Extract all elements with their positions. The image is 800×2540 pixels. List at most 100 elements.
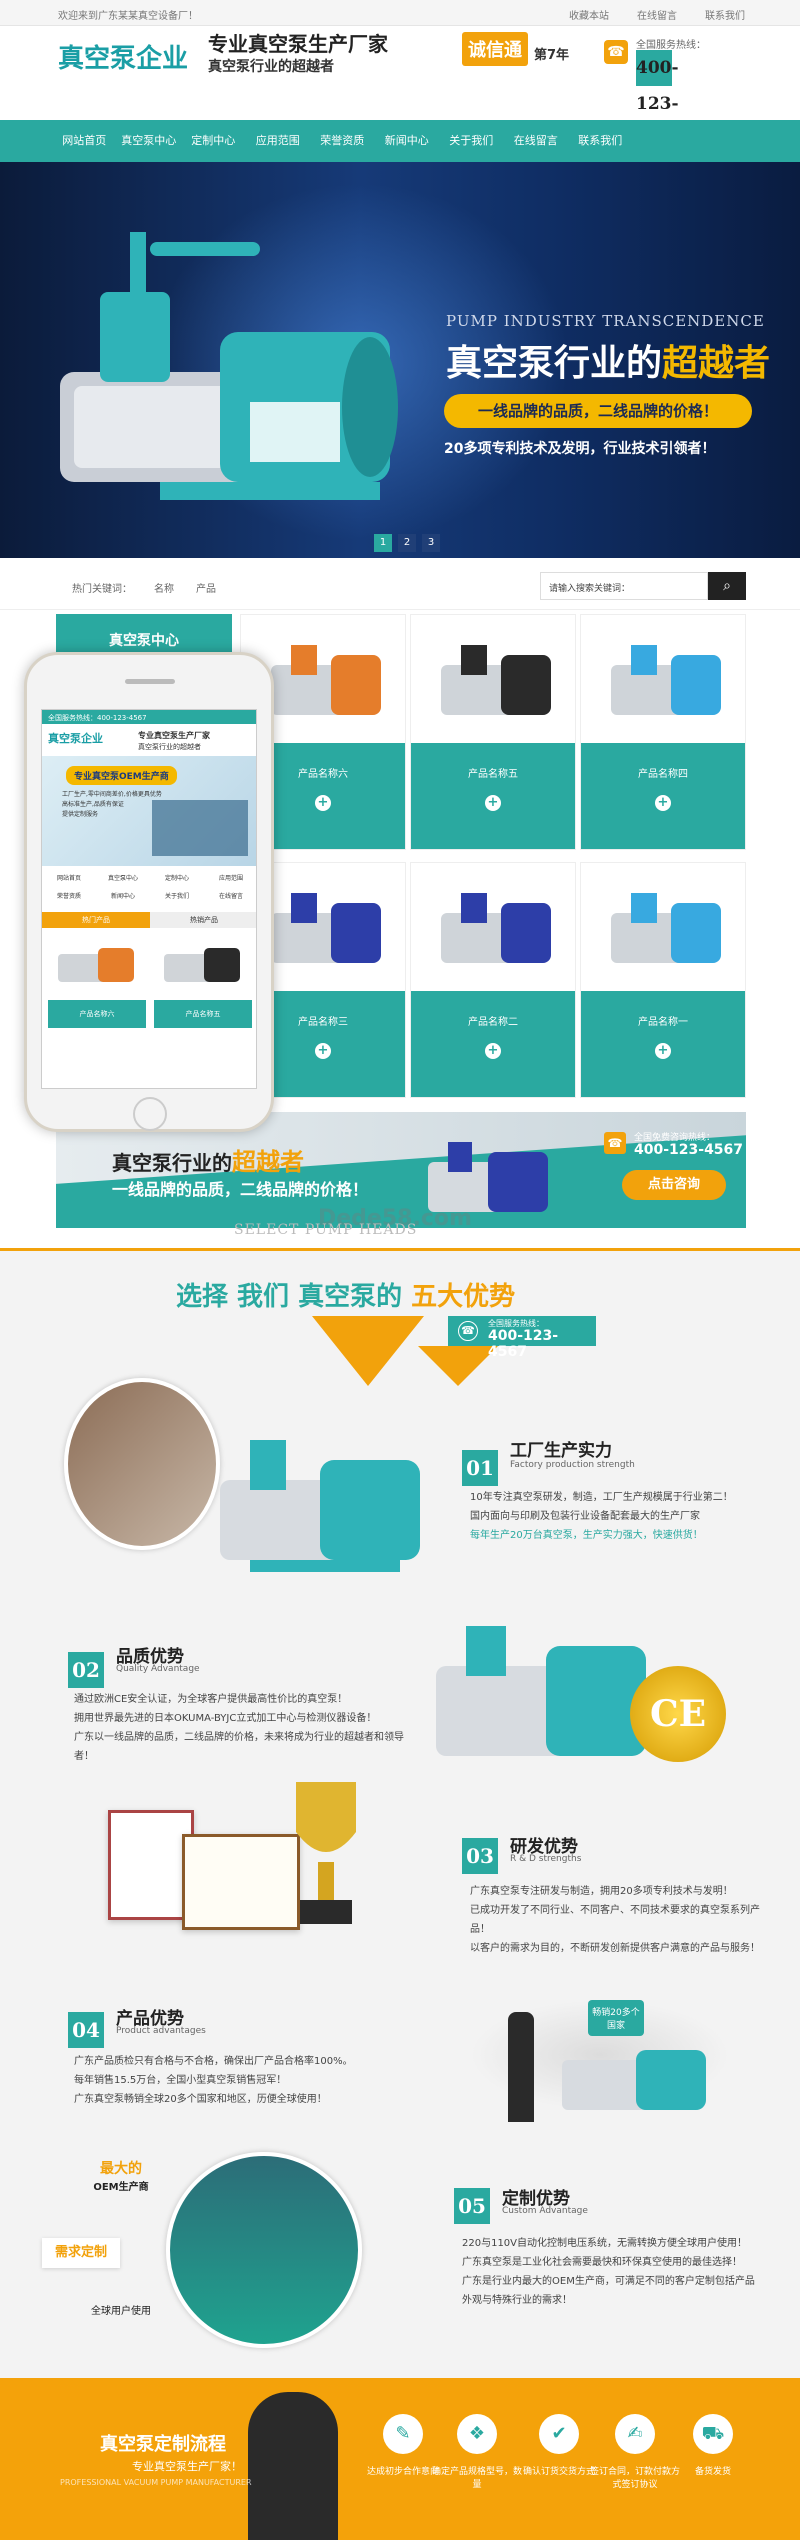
product-name: 产品名称四 xyxy=(638,769,688,780)
advantages-english: SELECT PUMP HEADS xyxy=(234,1222,418,1238)
slogan-main: 专业真空泵生产厂家 xyxy=(208,32,388,56)
advantage-number: 05 xyxy=(454,2188,490,2224)
pump-image xyxy=(436,1626,646,1756)
mobile-menu-item[interactable]: 新闻中心 xyxy=(96,888,150,906)
process-step: ⛟ 备货发货 xyxy=(668,2414,758,2477)
check-icon: ✔ xyxy=(539,2414,579,2454)
mobile-menu-item[interactable]: 网站首页 xyxy=(42,870,96,888)
consult-button[interactable]: 点击咨询 xyxy=(622,1170,726,1200)
mobile-menu: 网站首页 真空泵中心 定制中心 应用范围 荣誉资质 新闻中心 关于我们 在线留言 xyxy=(42,870,256,906)
keywords-label: 热门关键词： xyxy=(72,584,132,595)
advantages-hotline: ☎ 全国服务热线： 400-123-4567 xyxy=(448,1316,596,1360)
mobile-product-name[interactable]: 产品名称六 xyxy=(48,1000,146,1028)
nav-about[interactable]: 关于我们 xyxy=(439,120,504,162)
advantage-number: 02 xyxy=(68,1652,104,1688)
plus-icon[interactable]: + xyxy=(485,795,501,811)
keyword-tag[interactable]: 产品 xyxy=(196,580,216,595)
mobile-menu-item[interactable]: 定制中心 xyxy=(150,870,204,888)
process-sub: 专业真空泵生产厂家！ xyxy=(132,2460,242,2473)
custom-tag: 需求定制 xyxy=(42,2238,120,2268)
badge-years: 第7年 xyxy=(534,48,570,63)
plus-icon[interactable]: + xyxy=(655,1043,671,1059)
site-logo[interactable]: 真空泵企业 xyxy=(58,38,188,75)
integrity-badge: 诚信通 第7年 xyxy=(462,32,582,72)
nav-home[interactable]: 网站首页 xyxy=(52,120,117,162)
hotline-number: 400-123-4567 xyxy=(636,50,683,150)
product-image xyxy=(411,863,575,991)
nav-pumps[interactable]: 真空泵中心 xyxy=(117,120,182,162)
mobile-tab[interactable]: 热门产品 xyxy=(42,912,150,928)
slide-dot-3[interactable]: 3 xyxy=(422,534,440,552)
advantage-list: 10年专注真空泵研发，制造，工厂生产规模属于行业第二！ 国内面向与印刷及包装行业设… xyxy=(470,1492,733,1541)
slide-dot-1[interactable]: 1 xyxy=(374,534,392,552)
advantage-list: 广东真空泵专注研发与制造，拥用20多项专利技术与发明！ 已成功开发了不同行业、不同… xyxy=(470,1886,760,1954)
promo-sub: 一线品牌的品质，二线品牌的价格！ xyxy=(112,1180,369,1199)
mobile-logo: 真空泵企业 xyxy=(48,732,103,745)
link-contact[interactable]: 联系我们 xyxy=(705,7,745,22)
nav-message[interactable]: 在线留言 xyxy=(504,120,569,162)
product-name: 产品名称一 xyxy=(638,1017,688,1028)
factory-photo xyxy=(166,2152,362,2348)
home-button-icon xyxy=(133,1097,167,1131)
mobile-banner: 专业真空泵OEM生产商 工厂生产,零中间商差价,价格更具优势 高标准生产,品质有保… xyxy=(42,756,256,866)
promo-hotline-number: 400-123-4567 xyxy=(634,1142,744,1158)
advantage-title: 工厂生产实力 xyxy=(510,1441,612,1461)
hero-banner[interactable]: PUMP INDUSTRY TRANSCENDENCE 真空泵行业的超越者 一线… xyxy=(0,162,800,558)
grid-icon: ❖ xyxy=(457,2414,497,2454)
plus-icon[interactable]: + xyxy=(485,1043,501,1059)
pump-image xyxy=(562,2050,706,2110)
advantage-en: R & D strengths xyxy=(510,1854,582,1864)
nav-custom[interactable]: 定制中心 xyxy=(181,120,246,162)
product-card[interactable]: 产品名称一 + xyxy=(580,862,746,1098)
product-name: 产品名称二 xyxy=(468,1017,518,1028)
product-image xyxy=(581,863,745,991)
search-icon: ⌕ xyxy=(723,578,731,594)
phone-icon: ☎ xyxy=(604,1132,626,1154)
hero-title: 真空泵行业的超越者 xyxy=(446,342,771,384)
link-message[interactable]: 在线留言 xyxy=(637,7,677,22)
mobile-menu-item[interactable]: 荣誉资质 xyxy=(42,888,96,906)
slogan-sub: 真空泵行业的超越者 xyxy=(208,59,334,75)
keyword-tag[interactable]: 名称 xyxy=(154,580,174,595)
mobile-tabs: 热门产品 热销产品 xyxy=(42,912,256,928)
mobile-menu-item[interactable]: 应用范围 xyxy=(204,870,256,888)
product-card[interactable]: 产品名称四 + xyxy=(580,614,746,850)
mobile-menu-item[interactable]: 真空泵中心 xyxy=(96,870,150,888)
truck-icon: ⛟ xyxy=(693,2414,733,2454)
product-card[interactable]: 产品名称五 + xyxy=(410,614,576,850)
mobile-product-name[interactable]: 产品名称五 xyxy=(154,1000,252,1028)
mobile-slogan-sub: 真空泵行业的超越者 xyxy=(138,743,201,751)
mobile-preview: 全国服务热线：400-123-4567 真空泵企业 专业真空泵生产厂家 真空泵行… xyxy=(24,652,274,1132)
plus-icon[interactable]: + xyxy=(315,1043,331,1059)
hero-sub: 20多项专利技术及发明，行业技术引领者！ xyxy=(444,441,716,457)
link-favorite[interactable]: 收藏本站 xyxy=(569,7,609,22)
nav-news[interactable]: 新闻中心 xyxy=(375,120,440,162)
oem-tag: 最大的 OEM生产商 xyxy=(93,2161,149,2193)
slide-dot-2[interactable]: 2 xyxy=(398,534,416,552)
plus-icon[interactable]: + xyxy=(315,795,331,811)
advantage-en: Custom Advantage xyxy=(502,2206,588,2216)
promo-title: 真空泵行业的超越者 xyxy=(112,1147,304,1176)
section-divider xyxy=(0,1248,800,1251)
saleswoman-image xyxy=(508,2012,534,2122)
nav-contact[interactable]: 联系我们 xyxy=(568,120,633,162)
advantages-title: 选择 我们 真空泵的 五大优势 xyxy=(176,1282,516,1312)
mobile-menu-item[interactable]: 在线留言 xyxy=(204,888,256,906)
process-title: 真空泵定制流程 xyxy=(100,2434,226,2455)
advantage-number: 04 xyxy=(68,2012,104,2048)
search-input[interactable]: 请输入搜索关键词： xyxy=(540,572,708,600)
plus-icon[interactable]: + xyxy=(655,795,671,811)
main-nav: 网站首页 真空泵中心 定制中心 应用范围 荣誉资质 新闻中心 关于我们 在线留言… xyxy=(0,120,800,162)
product-card[interactable]: 产品名称二 + xyxy=(410,862,576,1098)
advantage-list: 广东产品质检只有合格与不合格，确保出厂产品合格率100%。 每年销售15.5万台，… xyxy=(74,2056,353,2105)
product-name: 产品名称五 xyxy=(468,769,518,780)
search-button[interactable]: ⌕ xyxy=(708,572,746,600)
mobile-hotline: 全国服务热线：400-123-4567 xyxy=(42,710,256,724)
advantage-number: 03 xyxy=(462,1838,498,1874)
nav-application[interactable]: 应用范围 xyxy=(246,120,311,162)
hero-english: PUMP INDUSTRY TRANSCENDENCE xyxy=(446,312,765,330)
mobile-tab[interactable]: 热销产品 xyxy=(150,912,256,928)
mobile-menu-item[interactable]: 关于我们 xyxy=(150,888,204,906)
nav-honor[interactable]: 荣誉资质 xyxy=(310,120,375,162)
welcome-text: 欢迎来到广东某某真空设备厂！ xyxy=(58,11,198,22)
